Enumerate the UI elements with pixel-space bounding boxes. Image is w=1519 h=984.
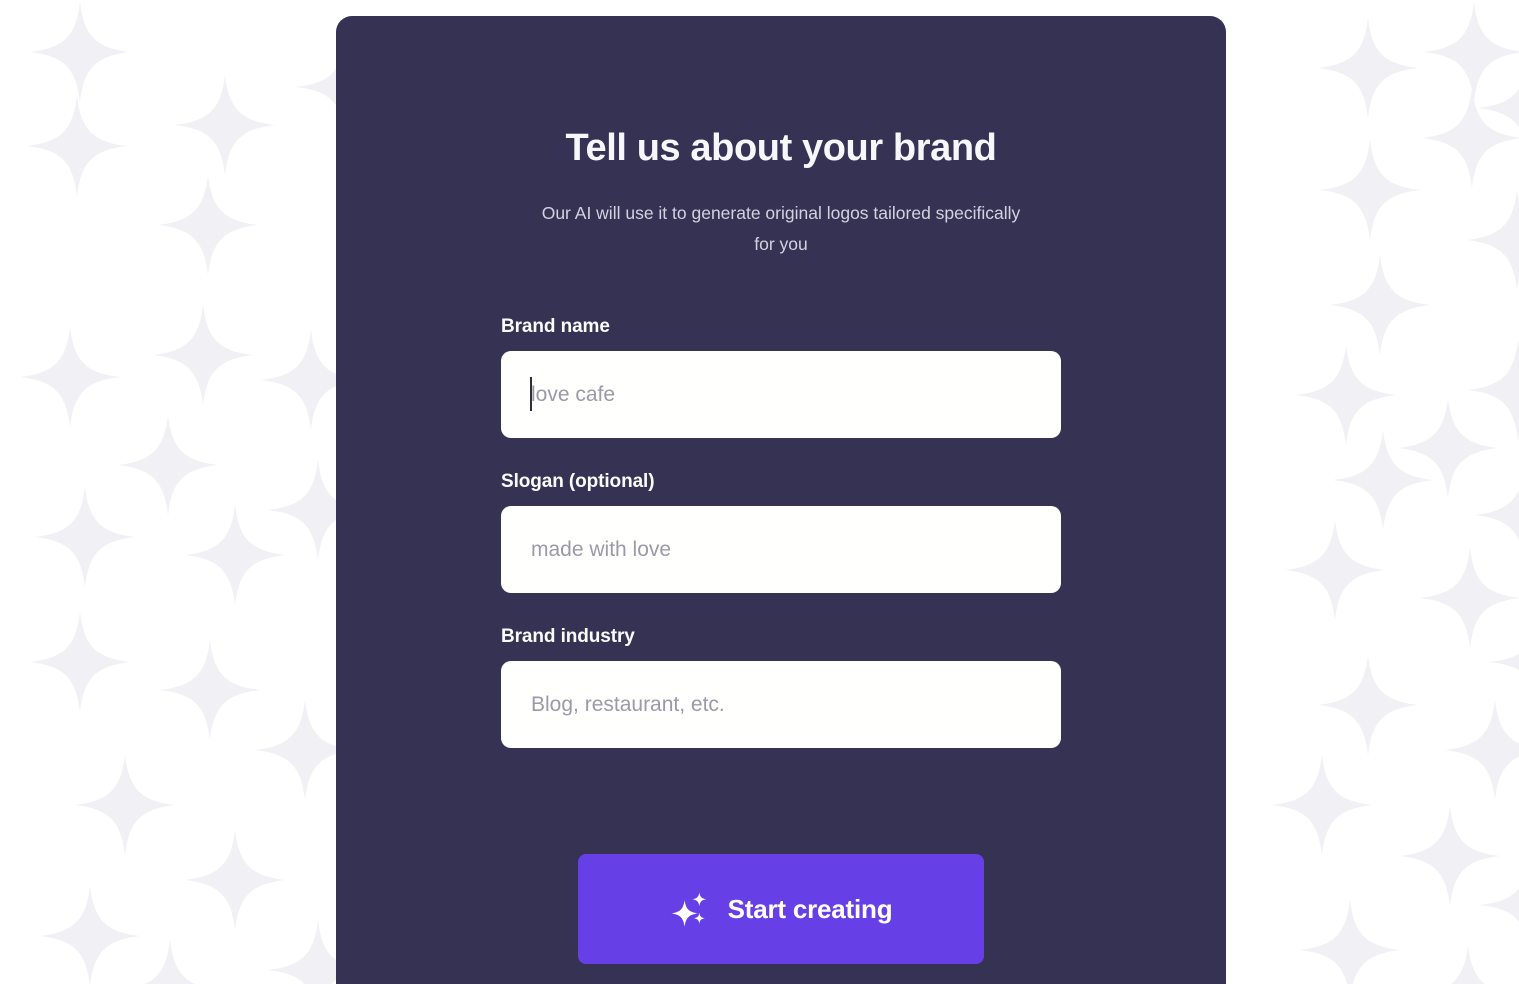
start-creating-button[interactable]: Start creating	[578, 854, 984, 964]
field-brand-industry: Brand industry	[501, 626, 1061, 748]
text-cursor	[530, 377, 532, 411]
field-slogan: Slogan (optional)	[501, 471, 1061, 593]
label-slogan: Slogan (optional)	[501, 471, 655, 492]
page-subtitle: Our AI will use it to generate original …	[541, 203, 1021, 254]
brand-form-card: Tell us about your brand Our AI will use…	[336, 16, 1226, 984]
start-creating-label: Start creating	[727, 893, 893, 924]
sparkles-icon	[671, 892, 706, 927]
field-brand-name: Brand name	[501, 316, 1061, 438]
page-title: Tell us about your brand	[565, 127, 997, 169]
brand-name-input[interactable]	[501, 351, 1061, 438]
label-brand-industry: Brand industry	[501, 626, 635, 647]
brand-form: Brand name Slogan (optional) Brand indus…	[501, 316, 1061, 748]
slogan-input[interactable]	[501, 506, 1061, 593]
brand-industry-input[interactable]	[501, 661, 1061, 748]
label-brand-name: Brand name	[501, 316, 610, 337]
